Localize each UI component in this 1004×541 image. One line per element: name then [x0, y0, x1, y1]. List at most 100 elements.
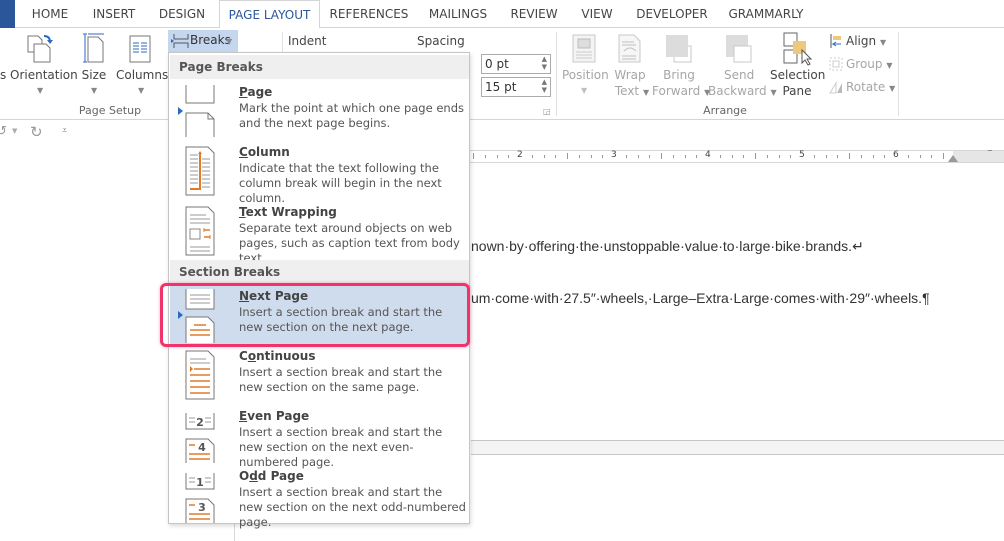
menu-item-title: Column [239, 145, 290, 159]
even-page-section-break-icon: 24 [185, 413, 215, 463]
group-label: Group [846, 57, 883, 71]
menu-item-text-wrapping[interactable]: Text Wrapping Separate text around objec… [170, 201, 469, 265]
horizontal-ruler[interactable]: 234567 [470, 150, 1004, 163]
spacing-after-input[interactable]: 15 pt ▲ ▼ [481, 77, 551, 97]
tab-view[interactable]: VIEW [575, 0, 619, 28]
tab-insert[interactable]: INSERT [86, 0, 142, 28]
tab-page-layout[interactable]: PAGE LAYOUT [219, 0, 320, 29]
undo-caret-icon[interactable]: ▼ [12, 127, 17, 135]
ribbon-separator [556, 32, 557, 116]
orientation-caret-icon[interactable]: ▼ [37, 86, 43, 95]
ruler-tick [743, 155, 744, 158]
icon-number: 4 [198, 441, 206, 454]
wrap-text-button-line1[interactable]: Wrap [614, 68, 646, 82]
tab-grammarly[interactable]: GRAMMARLY [722, 0, 810, 28]
spacing-after-value: 15 pt [485, 80, 517, 94]
menu-item-description: Insert a section break and start the new… [239, 425, 443, 469]
ruler-tick [790, 155, 791, 158]
ruler-tick [767, 155, 768, 158]
bring-forward-button-line1[interactable]: Bring [662, 68, 696, 82]
position-button[interactable]: Position [562, 68, 609, 82]
ruler-tick [508, 155, 509, 158]
tab-mailings[interactable]: MAILINGS [421, 0, 495, 28]
ruler-tick [931, 155, 932, 158]
file-tab[interactable] [0, 0, 15, 28]
spinner-arrows-icon[interactable]: ▲ ▼ [542, 55, 547, 71]
paragraph-dialog-launcher-icon[interactable]: ◲ [543, 107, 551, 116]
position-icon[interactable] [572, 34, 598, 64]
send-backward-button-line2[interactable]: Backward ▼ [708, 84, 777, 98]
orientation-button[interactable]: Orientation [10, 68, 78, 82]
send-backward-icon[interactable] [725, 34, 755, 64]
ruler-number: 5 [799, 150, 805, 160]
align-icon[interactable] [829, 33, 845, 49]
icon-number: 2 [196, 416, 204, 429]
wrap-text-button-line2[interactable]: Text ▼ [614, 84, 650, 98]
tab-home[interactable]: HOME [22, 0, 78, 28]
icon-number: 1 [196, 476, 204, 489]
spinner-arrows-icon[interactable]: ▲ ▼ [542, 78, 547, 94]
wrap-text-label: Text [614, 84, 640, 98]
rotate-button[interactable]: Rotate ▼ [846, 80, 895, 94]
ruler-tick [861, 155, 862, 158]
ruler-tick [779, 155, 780, 158]
ruler-tick [755, 153, 756, 159]
menu-item-title: Odd Page [239, 469, 304, 483]
redo-icon[interactable]: ↻ [30, 123, 43, 141]
tab-design[interactable]: DESIGN [150, 0, 214, 28]
group-button[interactable]: Group ▼ [846, 57, 893, 71]
ruler-tick [649, 155, 650, 158]
right-indent-marker-icon[interactable] [948, 155, 958, 162]
wrap-text-icon[interactable] [618, 34, 642, 64]
bring-forward-icon[interactable] [665, 34, 695, 64]
menu-item-page[interactable]: Page Mark the point at which one page en… [170, 81, 469, 141]
send-backward-button-line1[interactable]: Send [724, 68, 754, 82]
menu-item-title: Text Wrapping [239, 205, 337, 219]
tab-review[interactable]: REVIEW [504, 0, 564, 28]
orientation-icon[interactable] [24, 32, 58, 64]
selection-pane-button-line1[interactable]: Selection [770, 68, 825, 82]
spacing-label: Spacing [417, 34, 465, 48]
align-button[interactable]: Align ▼ [846, 34, 886, 48]
size-caret-icon[interactable]: ▼ [91, 86, 97, 95]
size-button[interactable]: Size [80, 68, 108, 82]
column-break-icon [185, 146, 215, 196]
rotate-icon[interactable] [828, 79, 844, 95]
group-icon[interactable] [828, 56, 844, 72]
selection-pane-icon[interactable] [783, 32, 813, 66]
document-text-line-2[interactable]: um·come·with·27.5″·wheels,·Large–Extra·L… [471, 290, 930, 306]
bring-forward-button-line2[interactable]: Forward ▼ [652, 84, 710, 98]
size-icon[interactable] [82, 32, 108, 64]
columns-caret-icon[interactable]: ▼ [138, 86, 144, 95]
tab-references[interactable]: REFERENCES [326, 0, 412, 28]
columns-icon[interactable] [127, 34, 153, 64]
menu-item-even-page[interactable]: 24 Even Page Insert a section break and … [170, 405, 469, 469]
spacing-before-input[interactable]: 0 pt ▲ ▼ [481, 54, 551, 74]
ruler-tick [685, 155, 686, 158]
ruler-tick [837, 155, 838, 158]
bring-forward-label: Forward [652, 84, 701, 98]
undo-icon[interactable]: ↺ [0, 124, 7, 139]
arrange-group-label: Arrange [703, 104, 747, 117]
customize-qat-icon[interactable]: ⩡ [62, 126, 67, 136]
ruler-tick [814, 155, 815, 158]
document-text-line-1[interactable]: nown·by·offering·the·unstoppable·value·t… [471, 238, 864, 255]
tab-developer[interactable]: DEVELOPER [630, 0, 714, 28]
align-label: Align [846, 34, 877, 48]
ruler-tick [873, 155, 874, 158]
margins-button-partial[interactable]: s [0, 68, 6, 82]
selection-pane-button-line2[interactable]: Pane [778, 84, 816, 98]
align-caret-icon: ▼ [879, 38, 887, 47]
menu-item-odd-page[interactable]: 13 Odd Page Insert a section break and s… [170, 465, 469, 529]
ruler-tick [884, 155, 885, 158]
breaks-button[interactable]: Breaks ▼ [168, 30, 238, 52]
position-caret-icon[interactable]: ▼ [581, 86, 587, 95]
columns-button[interactable]: Columns [116, 68, 168, 82]
ruler-tick [555, 155, 556, 158]
ruler-tick [497, 155, 498, 158]
ruler-number: 3 [611, 150, 617, 160]
menu-item-column[interactable]: Column Indicate that the text following … [170, 141, 469, 205]
page-break-icon [185, 85, 215, 137]
wrap-text-caret-icon: ▼ [642, 88, 650, 97]
menu-item-continuous[interactable]: Continuous Insert a section break and st… [170, 345, 469, 405]
